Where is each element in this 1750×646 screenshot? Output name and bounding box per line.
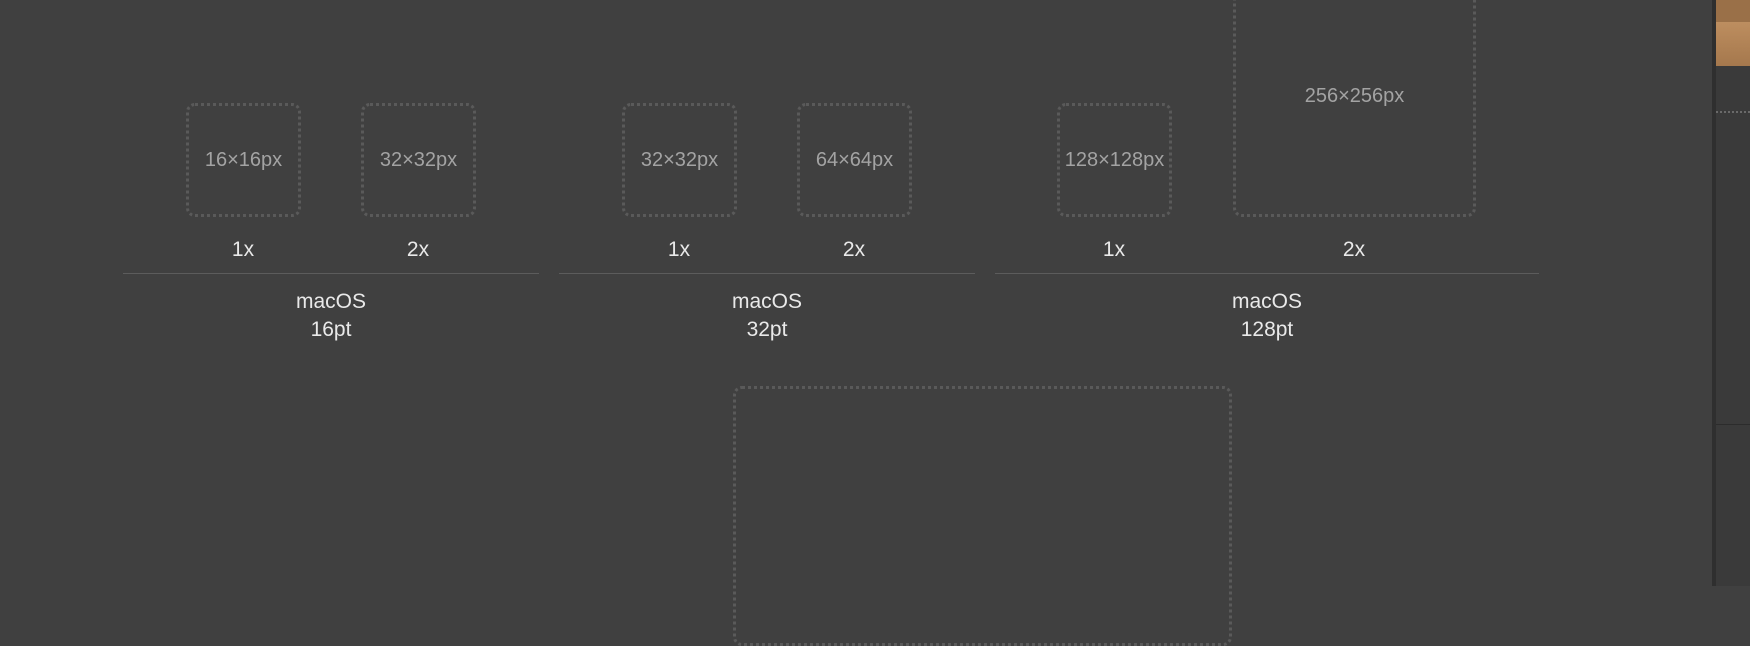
image-well-size-label: 128×128px [1064,148,1165,171]
group-platform: macOS [731,290,802,313]
group-point-size: 128pt [1240,318,1294,341]
scale-label-1x: 1x [1102,238,1126,261]
image-well-128pt-2x[interactable]: 256×256px [1233,0,1476,217]
group-divider [559,273,975,274]
image-well-32pt-2x[interactable]: 64×64px [797,103,912,217]
image-well-large[interactable] [733,386,1232,646]
vertical-scrollbar-track[interactable] [1712,0,1716,586]
image-well-size-label: 16×16px [204,148,283,171]
scale-label-2x: 2x [406,238,430,261]
image-well-size-label: 32×32px [640,148,719,171]
scale-label-2x: 2x [1342,238,1366,261]
group-divider [123,273,539,274]
image-well-size-label: 256×256px [1304,85,1405,107]
scale-label-1x: 1x [667,238,691,261]
panel-separator [1716,424,1750,425]
right-side-panel [1712,0,1750,586]
scale-label-1x: 1x [231,238,255,261]
image-well-16pt-1x[interactable]: 16×16px [186,103,301,217]
group-point-size: 16pt [310,318,352,341]
group-label-macos-32pt: macOS 32pt [667,288,867,344]
panel-dotted-separator [1716,111,1750,113]
group-platform: macOS [1231,290,1302,313]
image-well-size-label: 32×32px [379,148,458,171]
image-well-16pt-2x[interactable]: 32×32px [361,103,476,217]
group-divider [995,273,1539,274]
group-platform: macOS [295,290,366,313]
group-point-size: 32pt [746,318,788,341]
image-well-128pt-1x[interactable]: 128×128px [1057,103,1172,217]
group-label-macos-16pt: macOS 16pt [231,288,431,344]
asset-catalog-canvas: 16×16px 32×32px 1x 2x macOS 16pt 32×32px… [0,0,1712,646]
image-well-32pt-1x[interactable]: 32×32px [622,103,737,217]
group-label-macos-128pt: macOS 128pt [1167,288,1367,344]
app-icon-thumbnail-top [1716,0,1750,22]
image-well-size-label: 64×64px [815,148,894,171]
scale-label-2x: 2x [842,238,866,261]
